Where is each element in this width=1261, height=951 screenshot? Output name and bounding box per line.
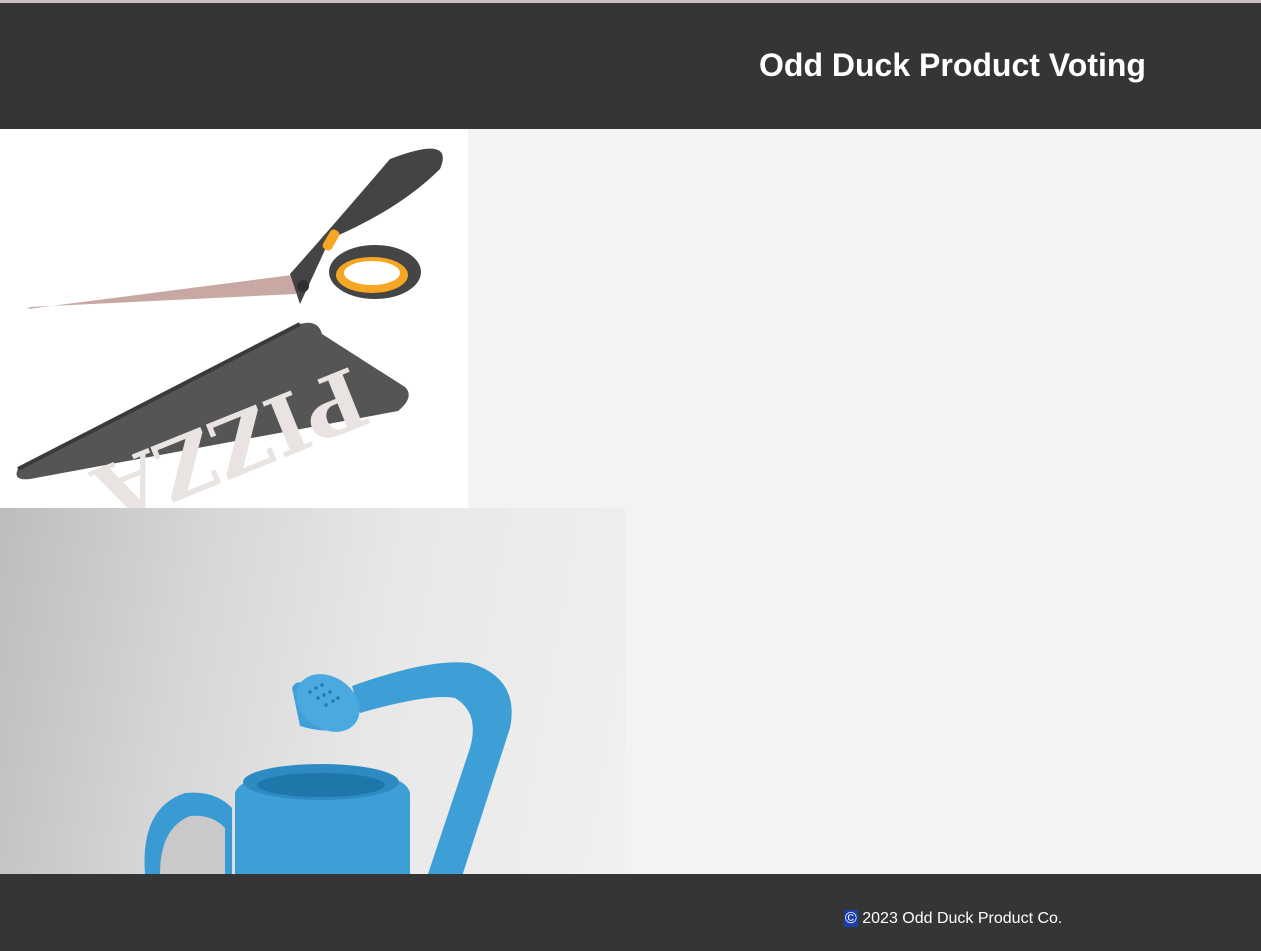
page-title: Odd Duck Product Voting [759,47,1146,83]
site-header: Odd Duck Product Voting [0,3,1261,129]
product-image-pizza-scissors[interactable]: PIZZA [0,129,468,508]
copyright-text: © 2023 Odd Duck Product Co. [844,907,1062,931]
copyright-label: 2023 Odd Duck Product Co. [857,910,1063,927]
site-footer: © 2023 Odd Duck Product Co. [0,874,1261,951]
watering-can-illustration [144,662,512,874]
copyright-symbol: © [844,910,858,927]
pizza-scissors-illustration: PIZZA [16,148,443,508]
product-image-watering-can[interactable] [0,508,625,874]
product-gallery: PIZZA [0,129,1261,874]
